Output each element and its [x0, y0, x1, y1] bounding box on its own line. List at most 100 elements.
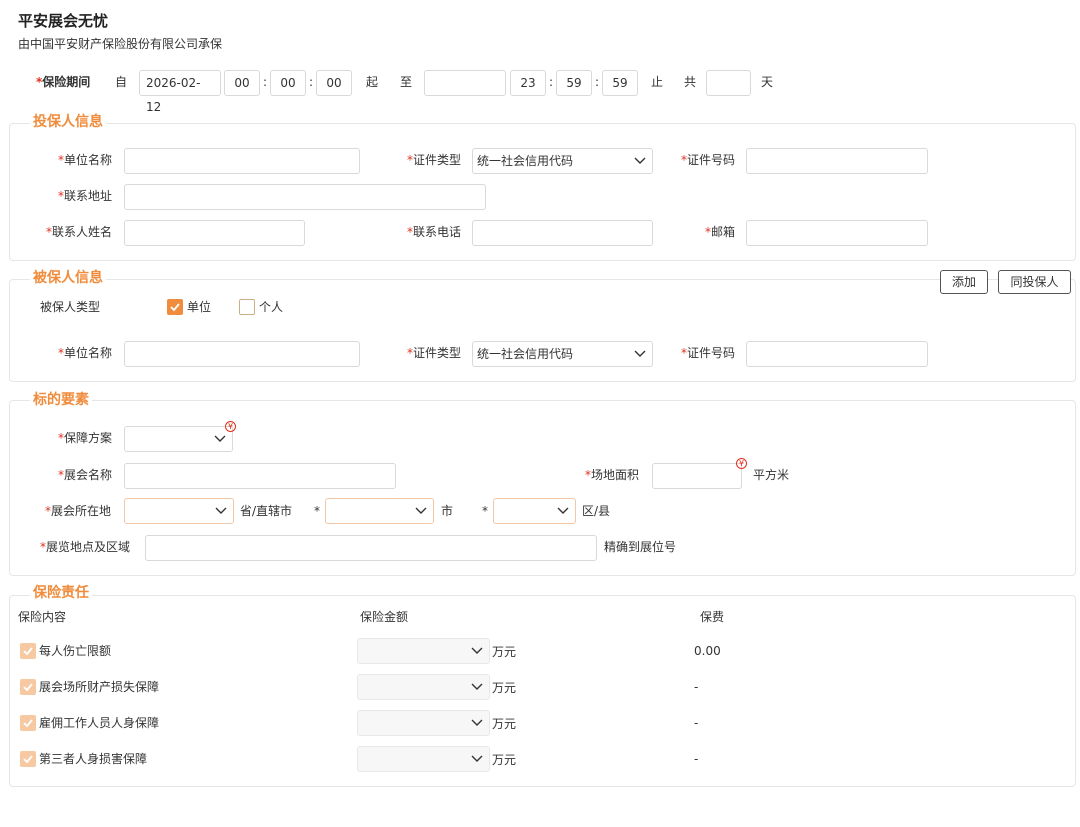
liability-section — [9, 595, 1076, 787]
ins-id-no-input[interactable] — [746, 341, 928, 367]
liability-premium: - — [694, 752, 699, 766]
liability-item-name: 第三者人身损害保障 — [39, 752, 148, 766]
start-date-input[interactable]: 2026-02-12 — [139, 70, 221, 114]
liability-amount-unit: 万元 — [492, 717, 517, 731]
district-required-mark: * — [482, 504, 488, 518]
liability-amount-select[interactable] — [357, 746, 490, 772]
colon-2: : — [309, 75, 314, 89]
plan-select[interactable] — [124, 426, 233, 452]
insured-type-label: 被保人类型 — [40, 300, 101, 314]
ins-id-type-select[interactable]: 统一社会信用代码 — [472, 341, 653, 367]
days-input[interactable] — [706, 70, 751, 96]
ins-id-type-label: *证件类型 — [407, 346, 462, 360]
ph-address-label: *联系地址 — [58, 189, 113, 203]
check-icon — [170, 303, 180, 312]
subject-section-title: 标的要素 — [30, 391, 92, 409]
period-label: *保险期间 — [36, 75, 91, 89]
liability-item-name: 雇佣工作人员人身保障 — [39, 716, 160, 730]
liability-checkbox[interactable] — [20, 679, 36, 695]
liability-amount-unit: 万元 — [492, 681, 517, 695]
area-unit-label: 平方米 — [753, 468, 790, 482]
liability-premium: - — [694, 680, 699, 694]
liability-checkbox[interactable] — [20, 715, 36, 731]
check-icon — [23, 647, 33, 656]
city-suffix: 市 — [441, 504, 454, 518]
city-required-mark: * — [314, 504, 320, 518]
ph-contact-name-label: *联系人姓名 — [46, 225, 113, 239]
liability-amount-select[interactable] — [357, 638, 490, 664]
area-label: *场地面积 — [585, 468, 640, 482]
plan-label: *保障方案 — [58, 431, 113, 445]
chevron-down-icon — [634, 157, 646, 164]
ph-phone-label: *联系电话 — [407, 225, 462, 239]
ph-email-label: *邮箱 — [705, 225, 736, 239]
start-minute-input[interactable]: 00 — [270, 70, 306, 96]
insured-type-person-label: 个人 — [259, 300, 284, 314]
start-second-input[interactable]: 00 — [316, 70, 352, 96]
venue-input[interactable] — [145, 535, 597, 561]
liability-amount-select[interactable] — [357, 710, 490, 736]
city-select[interactable] — [325, 498, 434, 524]
liability-item-name: 展会场所财产损失保障 — [39, 680, 160, 694]
policyholder-section-title: 投保人信息 — [30, 113, 106, 131]
same-as-policyholder-button[interactable]: 同投保人 — [998, 270, 1071, 294]
liability-section-title: 保险责任 — [30, 584, 92, 602]
chevron-down-icon — [471, 683, 483, 690]
insured-type-unit-checkbox[interactable] — [167, 299, 183, 315]
ph-id-no-input[interactable] — [746, 148, 928, 174]
col-header-amount: 保险金额 — [360, 610, 409, 624]
area-input[interactable] — [652, 463, 742, 489]
liability-checkbox[interactable] — [20, 751, 36, 767]
chevron-down-icon — [215, 507, 227, 514]
colon-4: : — [595, 75, 600, 89]
col-header-premium: 保费 — [700, 610, 725, 624]
end-second-input[interactable]: 59 — [602, 70, 638, 96]
period-days-word: 天 — [761, 75, 774, 89]
expo-name-input[interactable] — [124, 463, 396, 489]
insured-section-title: 被保人信息 — [30, 269, 106, 287]
chevron-down-icon — [471, 719, 483, 726]
province-select[interactable] — [124, 498, 234, 524]
chevron-down-icon — [415, 507, 427, 514]
period-from-word: 自 — [115, 75, 128, 89]
chevron-down-icon — [557, 507, 569, 514]
liability-amount-select[interactable] — [357, 674, 490, 700]
ph-id-type-select[interactable]: 统一社会信用代码 — [472, 148, 653, 174]
colon-3: : — [549, 75, 554, 89]
start-hour-input[interactable]: 00 — [224, 70, 260, 96]
add-insured-button[interactable]: 添加 — [940, 270, 988, 294]
liability-premium: - — [694, 716, 699, 730]
check-icon — [23, 719, 33, 728]
ins-id-no-label: *证件号码 — [681, 346, 736, 360]
end-minute-input[interactable]: 59 — [556, 70, 592, 96]
province-suffix: 省/直辖市 — [240, 504, 293, 518]
liability-checkbox[interactable] — [20, 643, 36, 659]
period-total-word: 共 — [684, 75, 697, 89]
ph-unit-name-input[interactable] — [124, 148, 360, 174]
liability-amount-unit: 万元 — [492, 645, 517, 659]
col-header-content: 保险内容 — [18, 610, 67, 624]
chevron-down-icon — [471, 755, 483, 762]
liability-item-name: 每人伤亡限额 — [39, 644, 112, 658]
info-badge-icon[interactable]: ¥ — [736, 458, 747, 469]
colon-1: : — [263, 75, 268, 89]
ph-unit-name-label: *单位名称 — [58, 153, 113, 167]
ph-email-input[interactable] — [746, 220, 928, 246]
check-icon — [23, 683, 33, 692]
ins-unit-name-input[interactable] — [124, 341, 360, 367]
chevron-down-icon — [634, 350, 646, 357]
venue-label: *展览地点及区域 — [40, 540, 131, 554]
district-select[interactable] — [493, 498, 576, 524]
liability-amount-unit: 万元 — [492, 753, 517, 767]
end-hour-input[interactable]: 23 — [510, 70, 546, 96]
ph-id-no-label: *证件号码 — [681, 153, 736, 167]
chevron-down-icon — [471, 647, 483, 654]
period-to-word: 至 — [400, 75, 413, 89]
ph-phone-input[interactable] — [472, 220, 653, 246]
liability-premium: 0.00 — [694, 644, 721, 658]
ph-address-input[interactable] — [124, 184, 486, 210]
info-badge-icon[interactable]: ¥ — [225, 421, 236, 432]
insured-type-person-checkbox[interactable] — [239, 299, 255, 315]
end-date-input[interactable] — [424, 70, 506, 96]
ph-contact-name-input[interactable] — [124, 220, 305, 246]
